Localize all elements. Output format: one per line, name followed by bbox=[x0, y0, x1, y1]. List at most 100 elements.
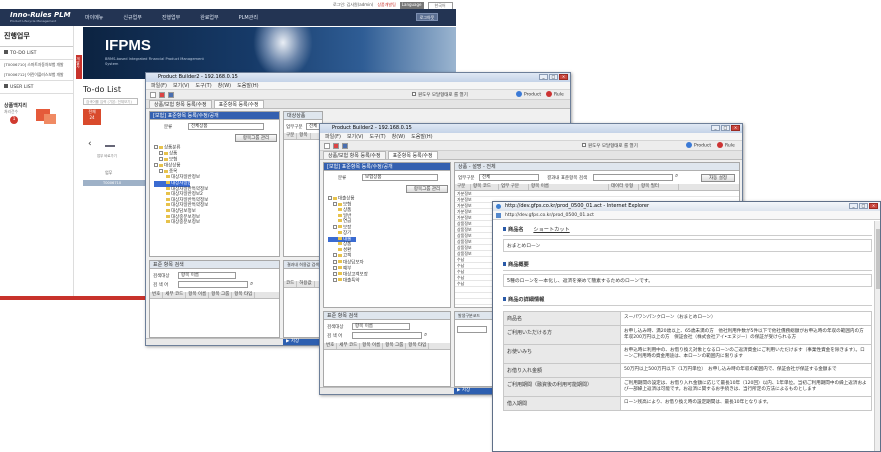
search-icon[interactable]: ⌕ bbox=[424, 331, 427, 339]
status-save[interactable]: ▶ 저장 bbox=[454, 388, 494, 394]
search-target-label: 검색대상 bbox=[327, 325, 344, 330]
bullet-icon bbox=[503, 262, 506, 266]
menu-my[interactable]: 마이메뉴 bbox=[85, 14, 103, 21]
browser-content: 商品名 ショートカット おまとめローン 商品概要 5種のローンを一本化し、返済を… bbox=[503, 226, 872, 451]
minimize-icon[interactable]: _ bbox=[849, 203, 858, 209]
window1-titlebar[interactable]: Product Builder2 - 192.168.0.15 _ □ × bbox=[146, 73, 570, 82]
menu-file[interactable]: 파일(F) bbox=[325, 133, 341, 140]
product-button[interactable]: Product bbox=[686, 142, 711, 149]
window2-menubar: 파일(F) 보기(V) 도구(T) 창(W) 도움말(H) bbox=[320, 133, 742, 141]
status-save[interactable]: ▶ 저장 bbox=[283, 339, 323, 345]
keyword-label: 검 색 어 bbox=[153, 283, 169, 288]
keyword-input[interactable] bbox=[178, 281, 248, 288]
sidebar-section-user[interactable]: USER LIST bbox=[0, 80, 73, 94]
todo-row[interactable]: T0006710 bbox=[83, 180, 145, 186]
window2-titlebar[interactable]: Product Builder2 - 192.168.0.15 _ □ × bbox=[320, 124, 742, 133]
rule-button[interactable]: Rule bbox=[717, 142, 735, 149]
browser-scrollbar[interactable] bbox=[874, 221, 880, 451]
modal-checkbox[interactable]: 원도우 모달형태로 를 열기 bbox=[412, 92, 468, 98]
menu-window[interactable]: 창(W) bbox=[392, 133, 405, 140]
panel-title: [보험] 표준항목 등록/수정/공개 bbox=[324, 163, 450, 171]
keyword-input[interactable] bbox=[352, 332, 422, 339]
todo-search-input[interactable]: 검색어를 입력 (기본: 전체보기) bbox=[83, 98, 138, 105]
search-target-select[interactable]: 항목 이름 bbox=[178, 272, 236, 279]
window2-left-panel: [보험] 표준항목 등록/수정/공개 분류 보험상품 항목그룹 관리 대출상품 … bbox=[323, 162, 451, 308]
modal-checkbox[interactable]: 원도우 모달형태로 를 열기 bbox=[582, 143, 638, 149]
todo-tab-all[interactable]: 전체 24 bbox=[83, 109, 101, 125]
menu-window[interactable]: 창(W) bbox=[218, 82, 231, 89]
minimize-icon[interactable]: _ bbox=[539, 74, 548, 80]
refresh-icon[interactable] bbox=[333, 142, 339, 149]
menu-admin[interactable]: PLM관리 bbox=[239, 14, 258, 21]
minimize-icon[interactable]: _ bbox=[711, 125, 720, 131]
tab-standard-items[interactable]: 표준항목 등록/수정 bbox=[213, 100, 264, 108]
search-icon[interactable]: ⌕ bbox=[675, 172, 678, 180]
menu-view[interactable]: 보기(V) bbox=[347, 133, 364, 140]
bottom-panel-title: 표준 항목 검색 bbox=[324, 312, 450, 320]
close-icon[interactable]: × bbox=[559, 74, 568, 80]
footer-bar bbox=[0, 296, 150, 300]
menu-progress[interactable]: 진행업무 bbox=[162, 14, 180, 21]
close-icon[interactable]: × bbox=[869, 203, 878, 209]
product-button[interactable]: Product bbox=[516, 91, 541, 98]
maximize-icon[interactable]: □ bbox=[859, 203, 868, 209]
work-type-select[interactable]: 전체 bbox=[479, 174, 539, 181]
tree-icon[interactable] bbox=[168, 91, 174, 98]
scrollbar-thumb[interactable] bbox=[876, 229, 880, 289]
search-target-select[interactable]: 항목 이름 bbox=[352, 323, 410, 330]
manage-group-button[interactable]: 항목그룹 관리 bbox=[406, 185, 448, 193]
logout-button[interactable]: 로그아웃 bbox=[416, 13, 438, 21]
rule-button[interactable]: Rule bbox=[546, 91, 564, 98]
refresh-icon[interactable] bbox=[159, 91, 165, 98]
tab-product-items[interactable]: 상품/보험 항목 등록/수정 bbox=[149, 100, 212, 108]
menu-help[interactable]: 도움말(H) bbox=[411, 133, 432, 140]
tab-standard-items[interactable]: 표준항목 등록/수정 bbox=[387, 151, 438, 159]
code-input[interactable] bbox=[457, 326, 487, 333]
sidebar-item[interactable]: [T0006710] 스마트자동차보험 개발 bbox=[0, 60, 73, 70]
window1-right-bottom: 결과내 허용값 검색 코드 허용값 bbox=[283, 260, 323, 338]
menu-view[interactable]: 보기(V) bbox=[173, 82, 190, 89]
search-icon[interactable]: ⌕ bbox=[250, 280, 253, 288]
address-bar[interactable]: http://dev.gfps.co.kr/prod_0500_01.act bbox=[493, 211, 880, 220]
window1-bottom-panel: 표준 항목 검색 검색대상 항목 이름 검 색 어 ⌕ 번호 세부 코드 항목 이름… bbox=[149, 260, 280, 338]
category-select[interactable]: 보험상품 bbox=[362, 174, 438, 181]
auto-set-button[interactable]: 자동 설정 bbox=[701, 174, 735, 182]
maximize-icon[interactable]: □ bbox=[721, 125, 730, 131]
menu-new[interactable]: 신규업무 bbox=[123, 14, 141, 21]
tree-node[interactable]: 대상중분보정보 bbox=[154, 220, 274, 226]
sidebar-section-todo[interactable]: TO-DO LIST bbox=[0, 47, 73, 60]
category-label: 분류 bbox=[338, 176, 347, 181]
close-icon[interactable]: × bbox=[731, 125, 740, 131]
result-search-input[interactable] bbox=[593, 174, 673, 181]
table-row: ご利用期間（融資後の利用可能期間） ご利用期間の設定は、お借り入れ金額に応じて最長… bbox=[504, 378, 871, 397]
todo-link[interactable]: 업무 바로가기 bbox=[97, 153, 117, 158]
list-icon bbox=[4, 50, 8, 54]
right-bottom-title: 발생구분코드 bbox=[455, 312, 493, 320]
menu-tools[interactable]: 도구(T) bbox=[370, 133, 386, 140]
window1-left-panel: [보험] 표준항목 등록/수정/공개 분류 전체상품 항목그룹 관리 상품분류 … bbox=[149, 111, 280, 257]
tree-icon[interactable] bbox=[342, 142, 348, 149]
shortcut-link[interactable]: ショートカット bbox=[533, 227, 569, 233]
banner-side-tab[interactable]: 개발자 bbox=[76, 55, 82, 79]
sidebar-item[interactable]: [T0006712] 어린이플러스보험 개발 bbox=[0, 70, 73, 80]
list-icon bbox=[4, 84, 8, 88]
plm-logo[interactable]: Inno-Rules PLM Product Lifecycle Manageme… bbox=[10, 11, 71, 23]
banner-title: IFPMS bbox=[105, 37, 151, 54]
tree-node[interactable]: 대출특약 bbox=[328, 277, 446, 284]
menu-tools[interactable]: 도구(T) bbox=[196, 82, 212, 89]
chevron-left-icon[interactable]: ‹ bbox=[88, 139, 92, 149]
menu-file[interactable]: 파일(F) bbox=[151, 82, 167, 89]
menu-done[interactable]: 완료업무 bbox=[200, 14, 218, 21]
pencil-icon[interactable] bbox=[105, 139, 115, 147]
folder-icon[interactable] bbox=[324, 142, 330, 149]
menu-help[interactable]: 도움말(H) bbox=[237, 82, 258, 89]
folder-icon[interactable] bbox=[150, 91, 156, 98]
widget-title: 상품백지리 bbox=[4, 103, 28, 109]
tab-product-items[interactable]: 상품/보험 항목 등록/수정 bbox=[323, 151, 386, 159]
maximize-icon[interactable]: □ bbox=[549, 74, 558, 80]
browser-titlebar[interactable]: http://dev.gfps.co.kr/prod_0500_01.act -… bbox=[493, 202, 880, 211]
table-row: 商品名 スーパワンパンクローン（おまとめローン） bbox=[504, 312, 871, 326]
category-select[interactable]: 전체상품 bbox=[188, 123, 264, 130]
manage-group-button[interactable]: 항목그룹 관리 bbox=[235, 134, 277, 142]
todo-col: 업무 bbox=[105, 170, 113, 175]
